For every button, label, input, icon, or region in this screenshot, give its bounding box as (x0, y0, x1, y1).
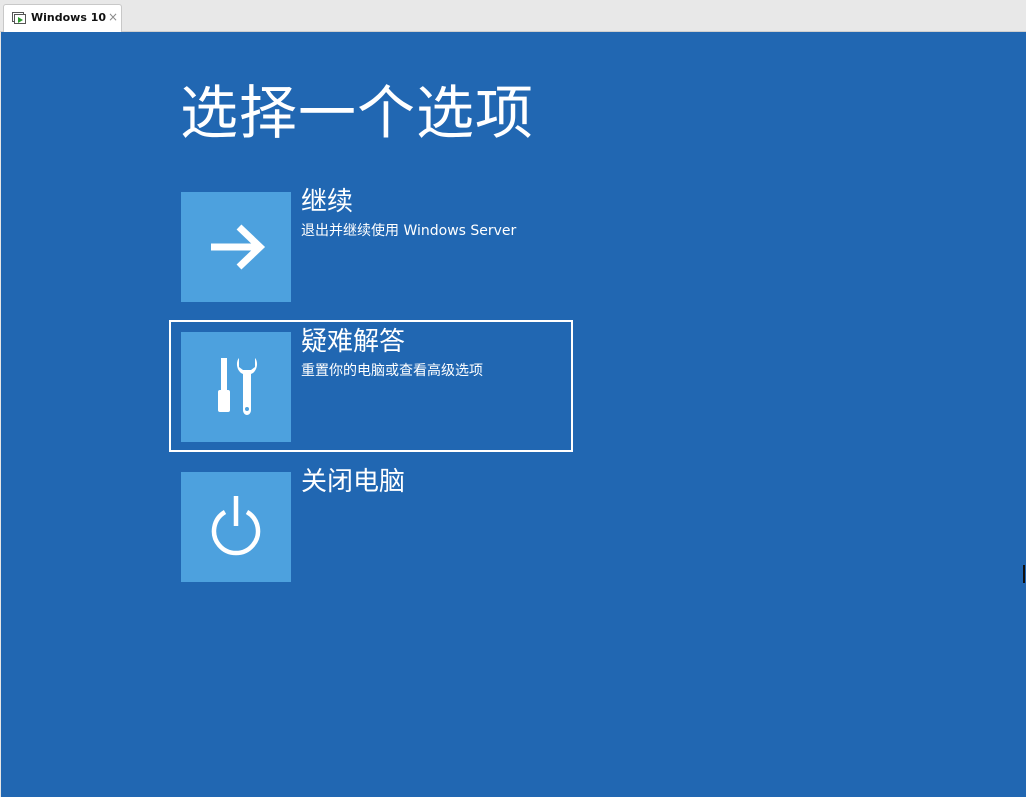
text-cursor-icon (1023, 565, 1025, 583)
tab-label: Windows 10 (31, 11, 107, 24)
option-shutdown[interactable]: 关闭电脑 (181, 467, 561, 582)
option-title: 疑难解答 (301, 327, 406, 357)
page-title: 选择一个选项 (180, 79, 535, 147)
tools-icon (218, 358, 258, 415)
option-continue[interactable]: 继续 退出并继续使用 Windows Server (181, 187, 561, 302)
option-title: 继续 (301, 187, 354, 217)
tab-windows-10[interactable]: Windows 10 × (3, 4, 122, 32)
option-tile (181, 192, 291, 302)
option-troubleshoot[interactable]: 疑难解答 重置你的电脑或查看高级选项 (169, 320, 573, 452)
power-icon (211, 496, 261, 556)
arrow-right-icon (211, 224, 266, 270)
close-tab-icon[interactable]: × (107, 10, 119, 24)
option-tile (181, 332, 291, 442)
option-tile (181, 472, 291, 582)
vm-icon (12, 12, 26, 24)
recovery-screen: 选择一个选项 继续 退出并继续使用 Windows Server 疑难解答 重置… (1, 32, 1026, 797)
vm-tab-bar: Windows 10 × (0, 0, 1026, 32)
option-description: 重置你的电脑或查看高级选项 (301, 363, 483, 379)
option-description: 退出并继续使用 Windows Server (301, 223, 517, 239)
option-title: 关闭电脑 (301, 467, 406, 497)
